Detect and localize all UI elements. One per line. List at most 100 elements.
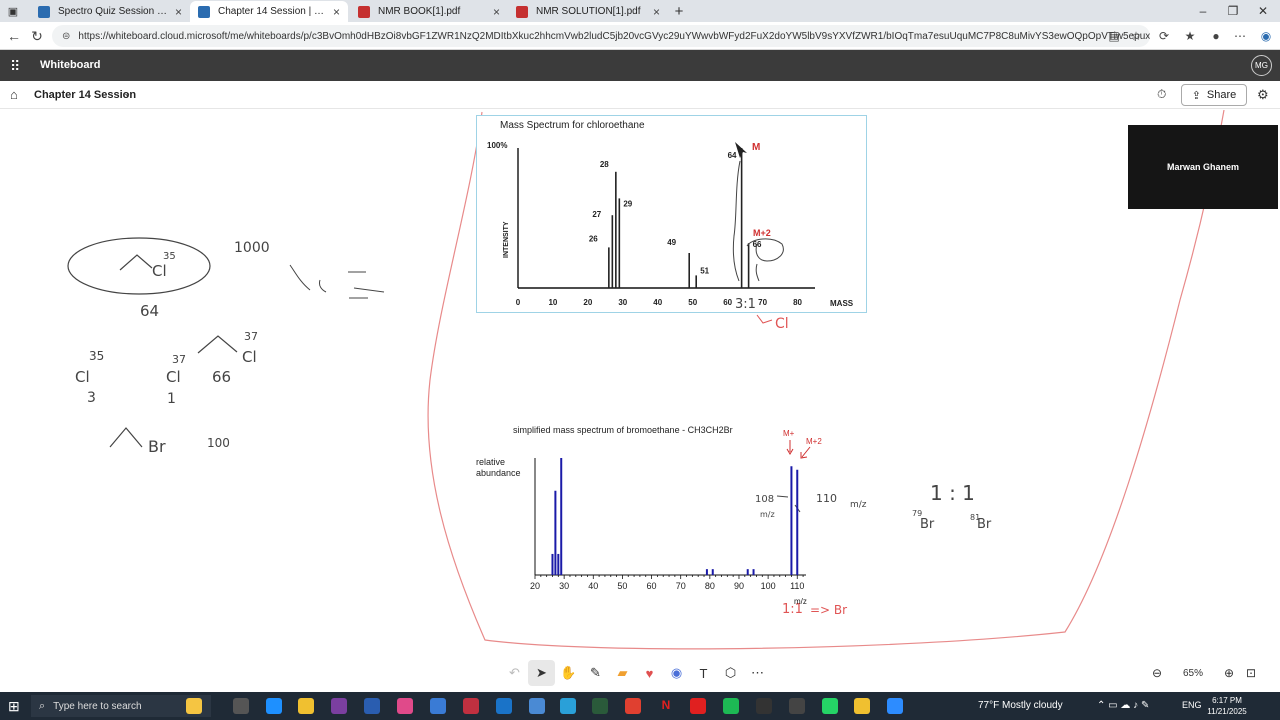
pen-icon[interactable]: ✎ bbox=[582, 660, 609, 686]
close-icon[interactable]: × bbox=[493, 5, 500, 19]
favorite-star-icon[interactable]: ☆ bbox=[1126, 26, 1146, 46]
app-icon[interactable] bbox=[430, 698, 446, 714]
browser-tab[interactable]: NMR BOOK[1].pdf × bbox=[350, 1, 508, 22]
participant-video-tile[interactable]: Marwan Ghanem bbox=[1128, 125, 1278, 209]
chart1-tick-label: 20 bbox=[583, 298, 592, 307]
edge-icon[interactable] bbox=[560, 698, 576, 714]
start-windows-icon[interactable]: ⊞ bbox=[8, 698, 20, 715]
back-icon[interactable]: ← bbox=[4, 26, 24, 46]
app-icon[interactable] bbox=[756, 698, 772, 714]
chart1-m2-label: M+2 bbox=[753, 228, 771, 238]
reactions-heart-icon[interactable]: ♥ bbox=[636, 660, 663, 686]
browser-tab[interactable]: NMR SOLUTION[1].pdf × bbox=[508, 1, 668, 22]
chevron-down-icon[interactable]: ⌄ bbox=[123, 88, 131, 99]
close-icon[interactable]: × bbox=[333, 5, 340, 19]
reader-icon[interactable]: ▤ bbox=[1104, 26, 1124, 46]
chart1-tick-label: 0 bbox=[516, 298, 521, 307]
app-icon[interactable] bbox=[463, 698, 479, 714]
close-icon[interactable]: × bbox=[175, 5, 182, 19]
bromoethane-spectrum-image[interactable]: simplified mass spectrum of bromoethane … bbox=[476, 420, 836, 610]
close-icon[interactable]: × bbox=[653, 5, 660, 19]
home-icon[interactable]: ⌂ bbox=[10, 87, 18, 102]
more-icon[interactable]: ⋯ bbox=[1230, 26, 1250, 46]
text-icon[interactable]: T bbox=[690, 660, 717, 686]
mail-icon[interactable] bbox=[529, 698, 545, 714]
app-title: Whiteboard bbox=[40, 59, 101, 71]
avatar[interactable]: MG bbox=[1251, 55, 1272, 76]
zoom-level[interactable]: 65% bbox=[1168, 668, 1218, 679]
select-pointer-icon[interactable]: ➤ bbox=[528, 660, 555, 686]
browser-tab-active[interactable]: Chapter 14 Session | Microsoft W × bbox=[190, 1, 348, 22]
netflix-icon[interactable]: N bbox=[658, 698, 674, 714]
note-cl35: 35 bbox=[163, 251, 176, 262]
shapes-icon[interactable]: ⬡ bbox=[717, 660, 744, 686]
clock[interactable]: 6:17 PM 11/21/2025 bbox=[1200, 695, 1254, 717]
youtube-icon[interactable] bbox=[690, 698, 706, 714]
site-info-icon[interactable]: ⊜ bbox=[62, 31, 70, 42]
window-menu-icon[interactable]: ▣ bbox=[2, 0, 24, 22]
chart1-ratio-note: 3:1 bbox=[735, 297, 756, 312]
whiteboard-canvas[interactable]: 35 Cl 1000 64 37 Cl 35 Cl 3 37 Cl 66 1 B… bbox=[0, 110, 1280, 690]
new-tab-icon[interactable]: + bbox=[668, 0, 690, 22]
whatsapp-icon[interactable] bbox=[822, 698, 838, 714]
outlook-icon[interactable] bbox=[496, 698, 512, 714]
browser-tab[interactable]: Spectro Quiz Session | Microsoft W × bbox=[30, 1, 190, 22]
sticky-note-icon[interactable]: ▰ bbox=[609, 660, 636, 686]
refresh-icon[interactable]: ↻ bbox=[27, 26, 47, 46]
zoom-out-icon[interactable]: ⊖ bbox=[1146, 666, 1168, 680]
note-br-b: Br bbox=[977, 517, 992, 532]
chatgpt-icon[interactable] bbox=[789, 698, 805, 714]
scribble-stroke bbox=[289, 264, 385, 299]
hand-pan-icon[interactable]: ✋ bbox=[555, 660, 582, 686]
red-arrow-stroke bbox=[756, 314, 773, 324]
chart1-tick-label: 80 bbox=[793, 298, 802, 307]
chart1-xlabel: MASS bbox=[830, 299, 854, 308]
gear-icon[interactable]: ⚙ bbox=[1257, 87, 1269, 103]
more-tools-icon[interactable]: ⋯ bbox=[744, 660, 771, 686]
app-icon[interactable] bbox=[364, 698, 380, 714]
weather-widget[interactable]: 77°F Mostly cloudy bbox=[978, 700, 1063, 711]
ethyl-stroke bbox=[197, 335, 238, 354]
favorites-icon[interactable]: ★ bbox=[1180, 26, 1200, 46]
app-icon[interactable] bbox=[592, 698, 608, 714]
copilot-icon[interactable]: ◉ bbox=[1256, 26, 1276, 46]
file-explorer-icon[interactable] bbox=[298, 698, 314, 714]
board-title[interactable]: Chapter 14 Session bbox=[34, 89, 136, 101]
sticky-notes-icon[interactable] bbox=[854, 698, 870, 714]
fit-to-screen-icon[interactable]: ⊡ bbox=[1240, 666, 1262, 680]
extensions-icon[interactable]: ⟳ bbox=[1154, 26, 1174, 46]
chart1-peak-label: 28 bbox=[600, 160, 609, 169]
instagram-icon[interactable] bbox=[397, 698, 413, 714]
profile-icon[interactable]: ● bbox=[1206, 26, 1226, 46]
app-launcher-icon[interactable]: ⠿ bbox=[10, 58, 20, 75]
dropbox-icon[interactable] bbox=[266, 698, 282, 714]
language-indicator[interactable]: ENG bbox=[1182, 700, 1202, 710]
note-cl-b: Cl bbox=[242, 348, 257, 366]
spotify-icon[interactable] bbox=[723, 698, 739, 714]
url-input[interactable]: ⊜ https://whiteboard.cloud.microsoft/me/… bbox=[52, 25, 1150, 47]
note-1000: 1000 bbox=[234, 240, 270, 256]
chrome-icon[interactable] bbox=[625, 698, 641, 714]
task-view-icon[interactable] bbox=[233, 698, 249, 714]
note-iso66: 66 bbox=[212, 368, 231, 386]
system-tray-icons[interactable]: ⌃ ▭ ☁ ♪ ✎ bbox=[1097, 700, 1149, 711]
timer-icon[interactable]: ⏱ bbox=[1157, 87, 1166, 102]
zoom-app-icon[interactable] bbox=[887, 698, 903, 714]
maximize-icon[interactable]: ❐ bbox=[1218, 0, 1248, 22]
minimize-icon[interactable]: – bbox=[1188, 0, 1218, 22]
undo-icon[interactable]: ↶ bbox=[501, 660, 528, 686]
share-button[interactable]: ⇪ Share bbox=[1181, 84, 1247, 106]
chart1-tick-label: 50 bbox=[688, 298, 697, 307]
chart2-tick-label: 70 bbox=[676, 581, 686, 591]
chart2-title: simplified mass spectrum of bromoethane … bbox=[513, 425, 733, 435]
onenote-icon[interactable] bbox=[331, 698, 347, 714]
chart2-ylabel-1: relative bbox=[476, 457, 505, 467]
note-iso-cl1: Cl bbox=[75, 368, 90, 386]
window-close-icon[interactable]: ✕ bbox=[1248, 0, 1278, 22]
copilot-icon[interactable]: ◉ bbox=[663, 660, 690, 686]
chart1-tick-label: 70 bbox=[758, 298, 767, 307]
taskbar-search-input[interactable]: ⌕ Type here to search bbox=[31, 695, 211, 717]
zoom-in-icon[interactable]: ⊕ bbox=[1218, 666, 1240, 680]
chloroethane-spectrum-image[interactable]: Mass Spectrum for chloroethane 100% INTE… bbox=[476, 115, 867, 313]
chart2-tick-label: 100 bbox=[761, 581, 776, 591]
